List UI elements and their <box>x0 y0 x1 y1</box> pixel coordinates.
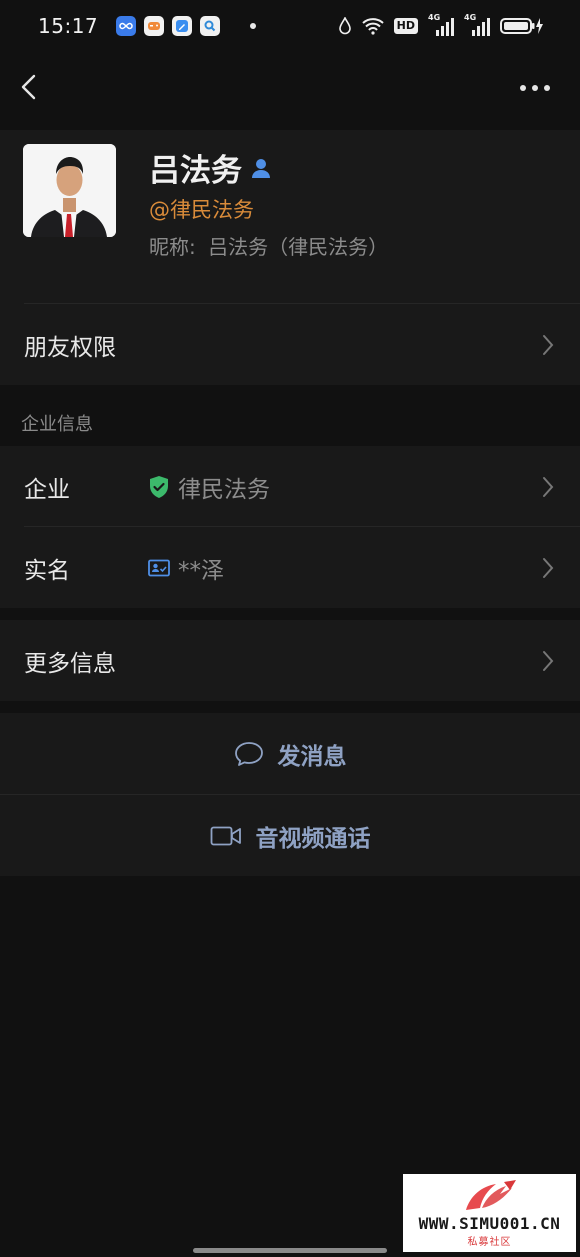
signal-4g-icon: 4G <box>428 13 454 36</box>
realname-row[interactable]: 实名 **泽 <box>0 527 580 608</box>
signal-4g-icon: 4G <box>464 13 490 36</box>
friend-permission-row[interactable]: 朋友权限 <box>0 304 580 385</box>
send-message-label: 发消息 <box>277 743 347 770</box>
note-app-icon <box>172 16 193 36</box>
send-message-button[interactable]: 发消息 <box>0 713 580 794</box>
chevron-right-icon <box>543 477 554 497</box>
person-verified-icon <box>252 158 270 178</box>
notification-dot-icon <box>250 23 257 29</box>
enterprise-label: 企业 <box>24 476 70 503</box>
chevron-right-icon <box>543 558 554 578</box>
enterprise-row[interactable]: 企业 律民法务 <box>0 446 580 527</box>
more-dots-icon <box>520 85 526 91</box>
enterprise-value-wrap: 律民法务 <box>148 446 270 527</box>
profile-name: 吕法务 <box>149 153 242 189</box>
realname-value-wrap: **泽 <box>148 527 224 608</box>
video-camera-icon <box>210 826 241 845</box>
enterprise-handle: @律民法务 <box>149 198 254 222</box>
nickname-line: 昵称: 吕法务（律民法务） <box>149 231 388 260</box>
watermark-subtext: 私募社区 <box>467 1237 512 1248</box>
status-indicators: HD 4G 4G <box>338 13 544 36</box>
infinity-app-icon <box>116 16 137 36</box>
shield-check-icon <box>150 475 168 498</box>
wifi-icon <box>361 18 384 35</box>
friend-permission-label: 朋友权限 <box>24 334 116 361</box>
watermark-logo: WWW.SIMU001.CN 私募社区 <box>403 1174 576 1252</box>
home-indicator[interactable] <box>193 1248 387 1253</box>
battery-icon <box>500 18 543 34</box>
profile-card: 吕法务 @律民法务 昵称: 吕法务（律民法务） <box>0 130 580 304</box>
profile-name-line: 吕法务 <box>149 145 272 190</box>
more-options-button[interactable] <box>520 78 556 98</box>
water-drop-icon <box>338 17 351 35</box>
id-card-icon <box>148 559 170 576</box>
realname-label: 实名 <box>24 557 70 584</box>
enterprise-value: 律民法务 <box>178 476 270 503</box>
watermark-emblem-icon <box>465 1180 516 1210</box>
more-info-label: 更多信息 <box>24 650 116 677</box>
more-info-row[interactable]: 更多信息 <box>0 620 580 701</box>
back-arrow-icon <box>21 74 36 100</box>
chevron-right-icon <box>543 651 554 671</box>
status-time: 15:17 <box>38 14 99 38</box>
chat-bubble-icon <box>234 741 263 766</box>
chevron-right-icon <box>543 335 554 355</box>
nickname-label: 昵称: <box>149 235 196 259</box>
video-call-label: 音视频通话 <box>255 825 371 852</box>
realname-value: **泽 <box>178 557 224 584</box>
section-title-enterprise: 企业信息 <box>21 414 93 435</box>
top-nav-bar <box>0 60 580 116</box>
watermark-text: WWW.SIMU001.CN <box>418 1214 561 1233</box>
nickname-value: 吕法务（律民法务） <box>208 235 389 259</box>
back-button[interactable] <box>18 72 42 104</box>
avatar[interactable] <box>23 144 116 237</box>
status-bar: 15:17 HD 4G 4G <box>0 0 580 52</box>
game-app-icon <box>144 16 165 36</box>
search-app-icon <box>200 16 221 36</box>
hd-icon: HD <box>393 18 418 34</box>
video-call-button[interactable]: 音视频通话 <box>0 795 580 876</box>
